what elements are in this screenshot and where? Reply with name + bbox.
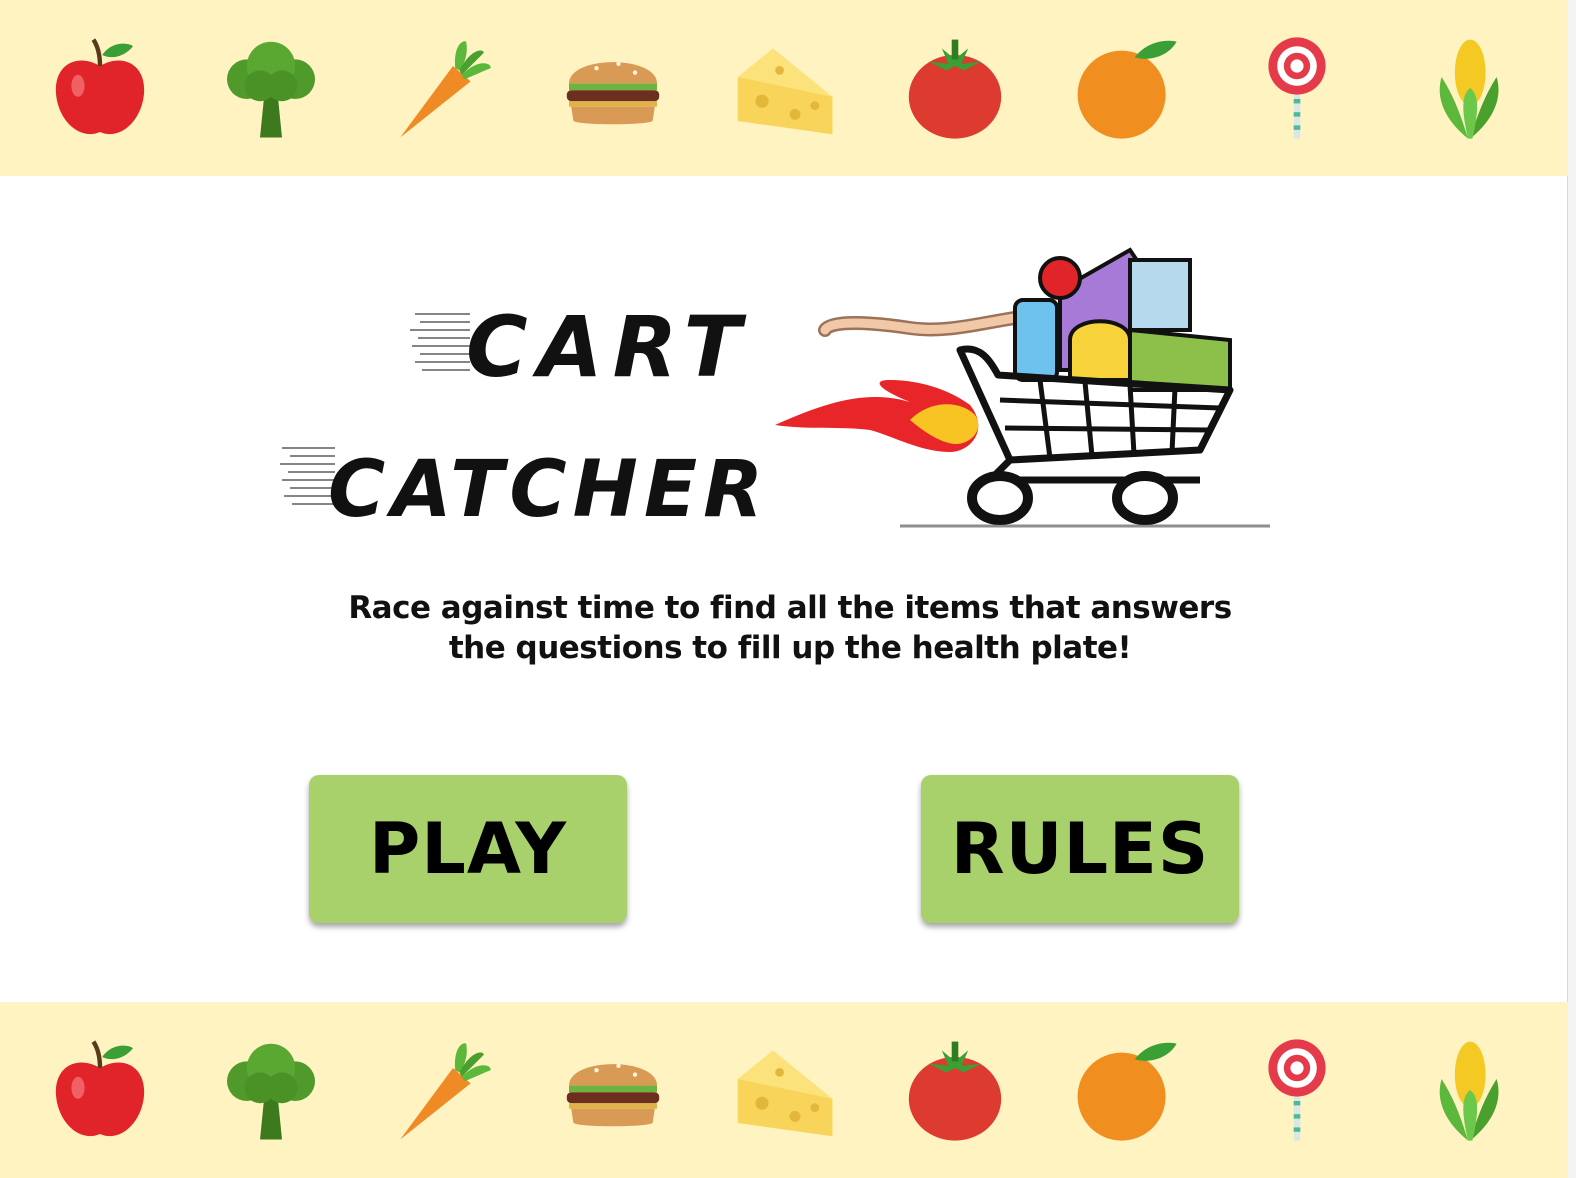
tagline-line-2: the questions to fill up the health plat… bbox=[448, 630, 1132, 666]
broccoli-icon bbox=[216, 1035, 326, 1145]
bottom-food-banner bbox=[0, 1002, 1568, 1178]
tagline-line-1: Race against time to find all the items … bbox=[348, 590, 1232, 626]
corn-icon bbox=[1413, 33, 1523, 143]
tomato-icon bbox=[900, 33, 1010, 143]
tagline: Race against time to find all the items … bbox=[300, 588, 1280, 668]
carrot-icon bbox=[387, 33, 497, 143]
orange-icon bbox=[1071, 33, 1181, 143]
apple-icon bbox=[45, 1035, 155, 1145]
rules-button[interactable]: RULES bbox=[921, 775, 1239, 923]
burger-icon bbox=[558, 1035, 668, 1145]
carrot-icon bbox=[387, 1035, 497, 1145]
lollipop-icon bbox=[1242, 33, 1352, 143]
broccoli-icon bbox=[216, 33, 326, 143]
window-edge bbox=[1567, 0, 1576, 1178]
logo-line-cart: CART bbox=[466, 298, 751, 396]
burger-icon bbox=[558, 33, 668, 143]
cheese-icon bbox=[729, 1035, 839, 1145]
play-button[interactable]: PLAY bbox=[309, 775, 627, 923]
logo-line-catcher: CATCHER bbox=[328, 445, 769, 535]
tomato-icon bbox=[900, 1035, 1010, 1145]
top-food-banner bbox=[0, 0, 1568, 176]
orange-icon bbox=[1071, 1035, 1181, 1145]
apple-icon bbox=[45, 33, 155, 143]
corn-icon bbox=[1413, 1035, 1523, 1145]
cheese-icon bbox=[729, 33, 839, 143]
lollipop-icon bbox=[1242, 1035, 1352, 1145]
cart-catcher-logo: CART CATCHER bbox=[270, 230, 1290, 550]
